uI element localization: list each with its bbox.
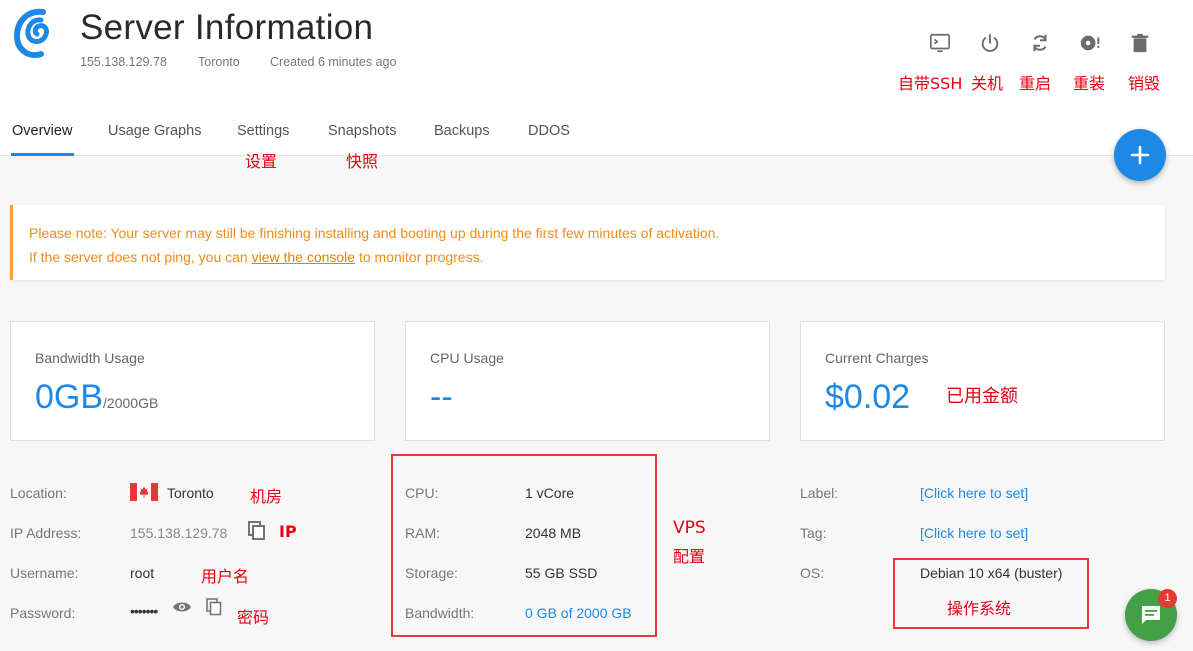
reinstall-button[interactable] xyxy=(1078,32,1102,54)
annotation-ip: IP xyxy=(279,522,297,541)
annotation-settings: 设置 xyxy=(245,152,278,171)
annotation-location: 机房 xyxy=(250,487,283,506)
header-created: Created 6 minutes ago xyxy=(270,55,397,69)
label-label: Label: xyxy=(800,485,839,501)
annotation-shutdown: 关机 xyxy=(971,74,1004,93)
current-charges-card: Current Charges $0.02 已用金额 xyxy=(800,321,1165,441)
cpu-value: 1 vCore xyxy=(525,485,575,501)
card-label: CPU Usage xyxy=(430,350,504,366)
set-label-link[interactable]: [Click here to set] xyxy=(920,485,1028,501)
power-icon xyxy=(981,33,999,52)
tab-snapshots[interactable]: Snapshots xyxy=(328,123,397,139)
restart-button[interactable] xyxy=(1028,32,1052,54)
cpu-label: CPU: xyxy=(405,485,439,501)
bandwidth-used: 0GB xyxy=(35,378,104,416)
ip-label: IP Address: xyxy=(10,525,82,541)
notice-line-2: If the server does not ping, you can vie… xyxy=(29,245,1165,269)
destroy-button[interactable] xyxy=(1128,32,1152,54)
card-label: Current Charges xyxy=(825,350,929,366)
password-value: ••••••• xyxy=(130,603,158,619)
restart-icon xyxy=(1033,34,1047,52)
username-label: Username: xyxy=(10,565,79,581)
bandwidth-link[interactable]: 0 GB of 2000 GB xyxy=(525,605,632,621)
view-console-link[interactable]: view the console xyxy=(252,249,356,265)
header-location: Toronto xyxy=(198,55,240,69)
annotation-snapshots: 快照 xyxy=(346,152,379,171)
power-button[interactable] xyxy=(978,32,1002,54)
annotation-password: 密码 xyxy=(237,608,270,627)
activation-notice: Please note: Your server may still be fi… xyxy=(10,205,1165,280)
annotation-config: 配置 xyxy=(673,547,706,566)
cpu-usage-value: -- xyxy=(430,378,453,416)
annotation-destroy: 销毁 xyxy=(1128,74,1161,93)
notice-text-end: to monitor progress. xyxy=(355,249,484,265)
trash-icon xyxy=(1131,33,1149,53)
annotation-restart: 重启 xyxy=(1019,74,1052,93)
active-tab-indicator xyxy=(11,153,74,156)
os-value: Debian 10 x64 (buster) xyxy=(920,565,1063,581)
card-label: Bandwidth Usage xyxy=(35,350,145,366)
location-label: Location: xyxy=(10,485,67,501)
tab-backups[interactable]: Backups xyxy=(434,123,490,139)
reinstall-icon xyxy=(1080,35,1100,51)
bandwidth-label: Bandwidth: xyxy=(405,605,475,621)
ram-label: RAM: xyxy=(405,525,440,541)
tab-usage-graphs[interactable]: Usage Graphs xyxy=(108,123,202,139)
annotation-charges: 已用金额 xyxy=(946,386,1018,407)
header-ip: 155.138.129.78 xyxy=(80,55,167,69)
notice-line-1: Please note: Your server may still be fi… xyxy=(29,225,720,241)
vultr-logo-icon xyxy=(13,8,49,58)
annotation-reinstall: 重装 xyxy=(1073,74,1106,93)
location-value: Toronto xyxy=(167,485,214,501)
set-tag-link[interactable]: [Click here to set] xyxy=(920,525,1028,541)
ram-value: 2048 MB xyxy=(525,525,582,541)
password-label: Password: xyxy=(10,605,76,621)
plus-icon xyxy=(1130,145,1150,165)
bandwidth-usage-card: Bandwidth Usage 0GB/2000GB xyxy=(10,321,375,441)
chat-icon xyxy=(1142,606,1160,624)
tab-settings[interactable]: Settings xyxy=(237,123,289,139)
tag-label: Tag: xyxy=(800,525,827,541)
notice-text: If the server does not ping, you can xyxy=(29,249,252,265)
storage-label: Storage: xyxy=(405,565,458,581)
bandwidth-value: 0GB/2000GB xyxy=(35,378,158,417)
ip-value: 155.138.129.78 xyxy=(130,525,228,541)
page-title: Server Information xyxy=(80,8,374,47)
copy-password-icon[interactable] xyxy=(206,598,222,616)
copy-ip-icon[interactable] xyxy=(248,521,266,541)
username-value: root xyxy=(130,565,155,581)
add-button[interactable] xyxy=(1114,129,1166,181)
cpu-usage-card: CPU Usage -- xyxy=(405,321,770,441)
bandwidth-total: /2000GB xyxy=(103,395,159,411)
canada-flag-icon xyxy=(130,483,158,501)
console-icon xyxy=(930,33,950,53)
console-button[interactable] xyxy=(928,32,952,54)
storage-value: 55 GB SSD xyxy=(525,565,598,581)
annotation-vps: VPS xyxy=(673,518,706,538)
show-password-eye-icon[interactable] xyxy=(172,600,192,614)
tab-overview[interactable]: Overview xyxy=(12,123,72,139)
top-header: Server Information 155.138.129.78 Toront… xyxy=(0,0,1193,156)
annotation-os: 操作系统 xyxy=(947,599,1012,618)
os-label: OS: xyxy=(800,565,825,581)
charges-value: $0.02 xyxy=(825,378,911,416)
annotation-ssh: 自带SSH xyxy=(898,74,963,93)
annotation-username: 用户名 xyxy=(201,567,250,586)
tab-ddos[interactable]: DDOS xyxy=(528,123,570,139)
chat-notification-badge: 1 xyxy=(1158,589,1177,608)
